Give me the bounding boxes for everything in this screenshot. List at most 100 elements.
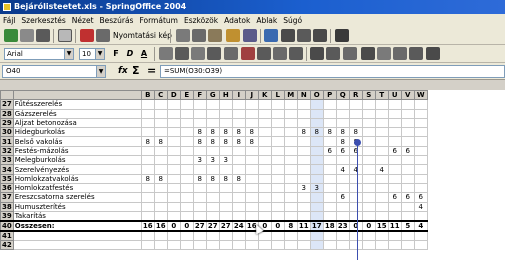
table-cell[interactable]: [387, 155, 402, 166]
menu-file[interactable]: Fájl: [0, 14, 18, 27]
table-cell[interactable]: [374, 230, 389, 241]
column-header-n[interactable]: N: [296, 89, 311, 101]
table-cell[interactable]: [153, 239, 168, 251]
table-cell[interactable]: [335, 239, 350, 251]
table-cell[interactable]: [296, 145, 311, 157]
table-cell[interactable]: [231, 99, 246, 110]
table-cell[interactable]: [361, 210, 376, 222]
row-header[interactable]: 39: [0, 210, 14, 222]
cut-icon[interactable]: [176, 29, 190, 42]
table-cell[interactable]: [374, 201, 389, 212]
table-cell[interactable]: [322, 230, 337, 241]
table-cell[interactable]: [166, 155, 181, 166]
name-box[interactable]: O40 ▼: [2, 65, 106, 78]
table-cell[interactable]: 0: [361, 219, 376, 232]
table-cell[interactable]: [296, 201, 311, 212]
table-cell[interactable]: [205, 239, 220, 251]
table-cell[interactable]: 4: [335, 164, 350, 175]
table-cell[interactable]: [400, 136, 415, 147]
table-cell[interactable]: [387, 99, 402, 110]
chart-icon[interactable]: [313, 29, 327, 42]
table-cell[interactable]: [387, 127, 402, 138]
print-preview-button[interactable]: Nyomtatási kép: [96, 29, 172, 43]
table-cell[interactable]: [374, 136, 389, 147]
table-cell[interactable]: [179, 192, 194, 203]
justify-icon[interactable]: [207, 47, 221, 60]
table-cell[interactable]: [257, 136, 272, 147]
table-cell[interactable]: [361, 99, 376, 110]
table-cell[interactable]: [361, 136, 376, 147]
table-cell[interactable]: [322, 173, 337, 184]
table-cell[interactable]: [348, 192, 363, 203]
table-cell[interactable]: 16: [140, 219, 155, 232]
chevron-down-icon[interactable]: ▼: [95, 49, 104, 59]
table-cell[interactable]: [257, 117, 272, 129]
column-header-m[interactable]: M: [283, 89, 298, 101]
table-cell[interactable]: 8: [205, 127, 220, 138]
table-cell[interactable]: [179, 173, 194, 184]
table-cell[interactable]: [140, 99, 155, 110]
table-cell[interactable]: [166, 99, 181, 110]
font-name-select[interactable]: Arial ▼: [4, 48, 74, 60]
table-cell[interactable]: [374, 145, 389, 157]
table-cell[interactable]: [413, 155, 428, 166]
table-cell[interactable]: [244, 173, 259, 184]
table-cell[interactable]: 6: [322, 145, 337, 157]
task-name-cell[interactable]: Festés-mázolás: [12, 145, 142, 157]
table-cell[interactable]: [361, 239, 376, 251]
table-cell[interactable]: 3: [218, 155, 233, 166]
table-cell[interactable]: [192, 192, 207, 203]
table-cell[interactable]: 0: [270, 219, 285, 232]
table-cell[interactable]: [218, 117, 233, 129]
column-header-i[interactable]: I: [231, 89, 246, 101]
table-cell[interactable]: [374, 108, 389, 119]
table-cell[interactable]: [270, 210, 285, 222]
table-cell[interactable]: [244, 239, 259, 251]
table-cell[interactable]: [231, 117, 246, 129]
table-cell[interactable]: 8: [205, 136, 220, 147]
column-header-e[interactable]: E: [179, 89, 194, 101]
table-cell[interactable]: [153, 182, 168, 194]
table-cell[interactable]: [166, 127, 181, 138]
table-cell[interactable]: [309, 99, 324, 110]
column-header-t[interactable]: T: [374, 89, 389, 101]
align-right-icon[interactable]: [191, 47, 205, 60]
table-cell[interactable]: [296, 210, 311, 222]
table-cell[interactable]: [361, 182, 376, 194]
row-header[interactable]: 32: [0, 145, 14, 157]
table-cell[interactable]: [387, 201, 402, 212]
table-cell[interactable]: 27: [192, 219, 207, 232]
table-cell[interactable]: [218, 239, 233, 251]
vertical-align-icon[interactable]: [409, 47, 423, 60]
table-cell[interactable]: [140, 108, 155, 119]
save-icon[interactable]: [36, 29, 50, 42]
column-header-g[interactable]: G: [205, 89, 220, 101]
table-cell[interactable]: [374, 210, 389, 222]
menu-data[interactable]: Adatok: [221, 14, 253, 27]
table-cell[interactable]: 17: [309, 219, 324, 232]
paste-icon[interactable]: [208, 29, 222, 42]
table-cell[interactable]: [283, 136, 298, 147]
table-cell[interactable]: 27: [218, 219, 233, 232]
table-cell[interactable]: [153, 108, 168, 119]
table-cell[interactable]: [335, 210, 350, 222]
task-name-cell[interactable]: Összesen:: [12, 219, 142, 232]
table-cell[interactable]: 6: [413, 192, 428, 203]
table-cell[interactable]: [361, 108, 376, 119]
table-cell[interactable]: [309, 145, 324, 157]
table-cell[interactable]: [335, 182, 350, 194]
table-cell[interactable]: [192, 99, 207, 110]
table-cell[interactable]: [374, 155, 389, 166]
table-cell[interactable]: 3: [192, 155, 207, 166]
table-cell[interactable]: [361, 164, 376, 175]
table-cell[interactable]: [374, 99, 389, 110]
table-cell[interactable]: [218, 164, 233, 175]
table-cell[interactable]: [257, 192, 272, 203]
table-cell[interactable]: [192, 210, 207, 222]
chevron-down-icon[interactable]: ▼: [96, 66, 105, 77]
table-cell[interactable]: [244, 117, 259, 129]
table-cell[interactable]: [283, 99, 298, 110]
table-cell[interactable]: 8: [192, 173, 207, 184]
table-cell[interactable]: [205, 108, 220, 119]
table-cell[interactable]: 24: [231, 219, 246, 232]
